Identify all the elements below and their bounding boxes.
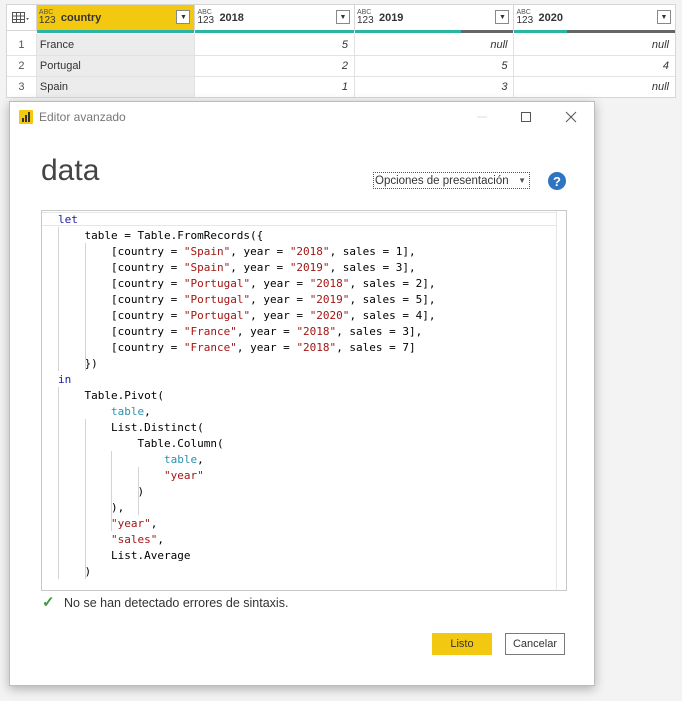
minimize-icon xyxy=(477,116,487,118)
column-type-icon[interactable]: ABC 123 xyxy=(39,9,59,26)
table-menu-button[interactable] xyxy=(7,5,37,30)
data-grid: ABC 123 country ▼ ABC 123 2018 ▼ ABC 123… xyxy=(6,4,676,98)
display-options-dropdown[interactable]: Opciones de presentación ▼ xyxy=(373,172,530,189)
done-button[interactable]: Listo xyxy=(432,633,492,655)
indent-guide xyxy=(85,243,86,371)
code-line: [country = "France", year = "2018", sale… xyxy=(58,325,423,338)
syntax-status-text: No se han detectado errores de sintaxis. xyxy=(64,596,289,610)
code-line: "year" xyxy=(163,469,204,482)
help-icon[interactable]: ? xyxy=(548,172,566,190)
row-index[interactable]: 3 xyxy=(7,77,37,97)
code-line: List.Distinct( xyxy=(58,421,204,434)
column-quality-bar xyxy=(354,30,514,33)
cell-2019[interactable]: 3 xyxy=(355,77,515,97)
code-line: [country = "Spain", year = "2019", sales… xyxy=(58,261,416,274)
code-line: Table.Pivot( xyxy=(58,389,164,402)
code-line: "sales", xyxy=(110,533,164,546)
chevron-down-icon[interactable]: ▼ xyxy=(335,10,350,24)
indent-guide xyxy=(58,387,59,579)
row-index[interactable]: 1 xyxy=(7,34,37,55)
chevron-down-icon[interactable]: ▼ xyxy=(495,10,510,24)
code-line: [country = "France", year = "2018", sale… xyxy=(58,341,416,354)
powerbi-icon xyxy=(19,110,33,124)
query-name-heading: data xyxy=(41,154,100,187)
code-line: "year", xyxy=(110,517,158,530)
cell-2018[interactable]: 1 xyxy=(195,77,355,97)
column-title: 2020 xyxy=(538,11,563,24)
column-quality-bar xyxy=(36,30,195,33)
code-line: let xyxy=(58,213,78,226)
column-quality-bar xyxy=(195,30,354,33)
column-header-country[interactable]: ABC 123 country ▼ xyxy=(36,5,196,33)
code-line: List.Average xyxy=(58,549,191,562)
column-header-2020[interactable]: ABC 123 2020 ▼ xyxy=(514,5,675,33)
code-line: ) xyxy=(58,565,92,578)
display-options-label: Opciones de presentación xyxy=(375,174,509,187)
code-line: [country = "Portugal", year = "2018", sa… xyxy=(58,277,436,290)
code-line: table, xyxy=(163,453,204,466)
column-title: country xyxy=(60,11,102,24)
cell-2018[interactable]: 2 xyxy=(195,56,355,76)
cell-2019[interactable]: 5 xyxy=(355,56,515,76)
code-line: ) xyxy=(58,485,145,498)
table-row: 1 France 5 null null xyxy=(7,34,675,55)
code-line: }) xyxy=(58,357,98,370)
maximize-icon xyxy=(521,112,531,122)
dialog-title: Editor avanzado xyxy=(39,110,126,124)
grid-body: 1 France 5 null null 2 Portugal 2 5 4 3 … xyxy=(7,34,675,97)
chevron-down-icon[interactable]: ▼ xyxy=(656,10,671,24)
cell-2020[interactable]: 4 xyxy=(514,56,675,76)
close-button[interactable] xyxy=(559,108,583,126)
close-icon xyxy=(565,111,577,123)
code-text: let table = Table.FromRecords({ [country… xyxy=(58,212,436,580)
table-row: 3 Spain 1 3 null xyxy=(7,76,675,97)
column-quality-bar xyxy=(514,30,675,33)
minimize-button[interactable] xyxy=(470,108,494,126)
cell-country[interactable]: Spain xyxy=(36,77,196,97)
cell-2020[interactable]: null xyxy=(514,34,675,55)
code-line: [country = "Spain", year = "2018", sales… xyxy=(58,245,416,258)
code-line: table, xyxy=(110,405,151,418)
indent-guide xyxy=(58,227,59,371)
check-icon: ✓ xyxy=(42,594,55,611)
code-line: ), xyxy=(58,501,125,514)
code-line: Table.Column( xyxy=(58,437,224,450)
table-icon xyxy=(12,11,30,23)
indent-guide xyxy=(138,467,139,515)
column-type-icon[interactable]: ABC 123 xyxy=(357,9,377,26)
advanced-editor-dialog: Editor avanzado data Opciones de present… xyxy=(9,101,595,686)
syntax-status: ✓ No se han detectado errores de sintaxi… xyxy=(42,594,289,611)
cell-2018[interactable]: 5 xyxy=(195,34,355,55)
cell-country[interactable]: France xyxy=(36,34,196,55)
row-index[interactable]: 2 xyxy=(7,56,37,76)
cell-2020[interactable]: null xyxy=(514,77,675,97)
cancel-button[interactable]: Cancelar xyxy=(505,633,565,655)
column-type-icon[interactable]: ABC 123 xyxy=(516,9,536,26)
editor-scrollbar[interactable] xyxy=(556,211,566,590)
column-header-2018[interactable]: ABC 123 2018 ▼ xyxy=(195,5,355,33)
grid-header: ABC 123 country ▼ ABC 123 2018 ▼ ABC 123… xyxy=(7,5,675,33)
chevron-down-icon[interactable]: ▼ xyxy=(176,10,191,24)
code-line: [country = "Portugal", year = "2020", sa… xyxy=(58,309,436,322)
column-title: 2018 xyxy=(219,11,244,24)
indent-guide xyxy=(85,419,86,579)
column-type-icon[interactable]: ABC 123 xyxy=(197,9,217,26)
cell-2019[interactable]: null xyxy=(355,34,515,55)
code-line: in xyxy=(58,373,72,386)
cell-country[interactable]: Portugal xyxy=(36,56,196,76)
code-editor[interactable]: let table = Table.FromRecords({ [country… xyxy=(41,210,567,591)
dialog-titlebar[interactable]: Editor avanzado xyxy=(10,102,594,132)
indent-guide xyxy=(111,451,112,531)
column-title: 2019 xyxy=(378,11,404,24)
column-header-2019[interactable]: ABC 123 2019 ▼ xyxy=(354,5,515,33)
table-row: 2 Portugal 2 5 4 xyxy=(7,55,675,76)
maximize-button[interactable] xyxy=(514,108,538,126)
code-line: table = Table.FromRecords({ xyxy=(58,229,264,242)
chevron-down-icon: ▼ xyxy=(518,176,526,185)
code-line: [country = "Portugal", year = "2019", sa… xyxy=(58,293,436,306)
